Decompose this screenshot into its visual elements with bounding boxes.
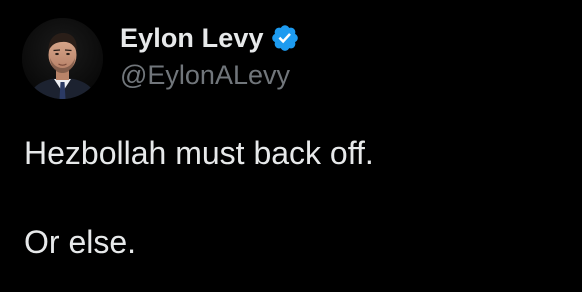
verified-badge-icon [271, 25, 298, 51]
tweet-text-line: Or else. [24, 224, 137, 260]
author-avatar[interactable] [22, 18, 103, 99]
author-display-name[interactable]: Eylon Levy [120, 23, 264, 54]
profile-photo [22, 18, 103, 99]
author-handle[interactable]: @EylonALevy [120, 60, 290, 91]
tweet-text: Hezbollah must back off. Or else. [24, 131, 564, 264]
author-name-row: Eylon Levy [120, 20, 300, 56]
tweet-text-line: Hezbollah must back off. [24, 135, 374, 171]
tweet-card: Eylon Levy @EylonALevy Hezbollah must ba… [0, 0, 582, 292]
